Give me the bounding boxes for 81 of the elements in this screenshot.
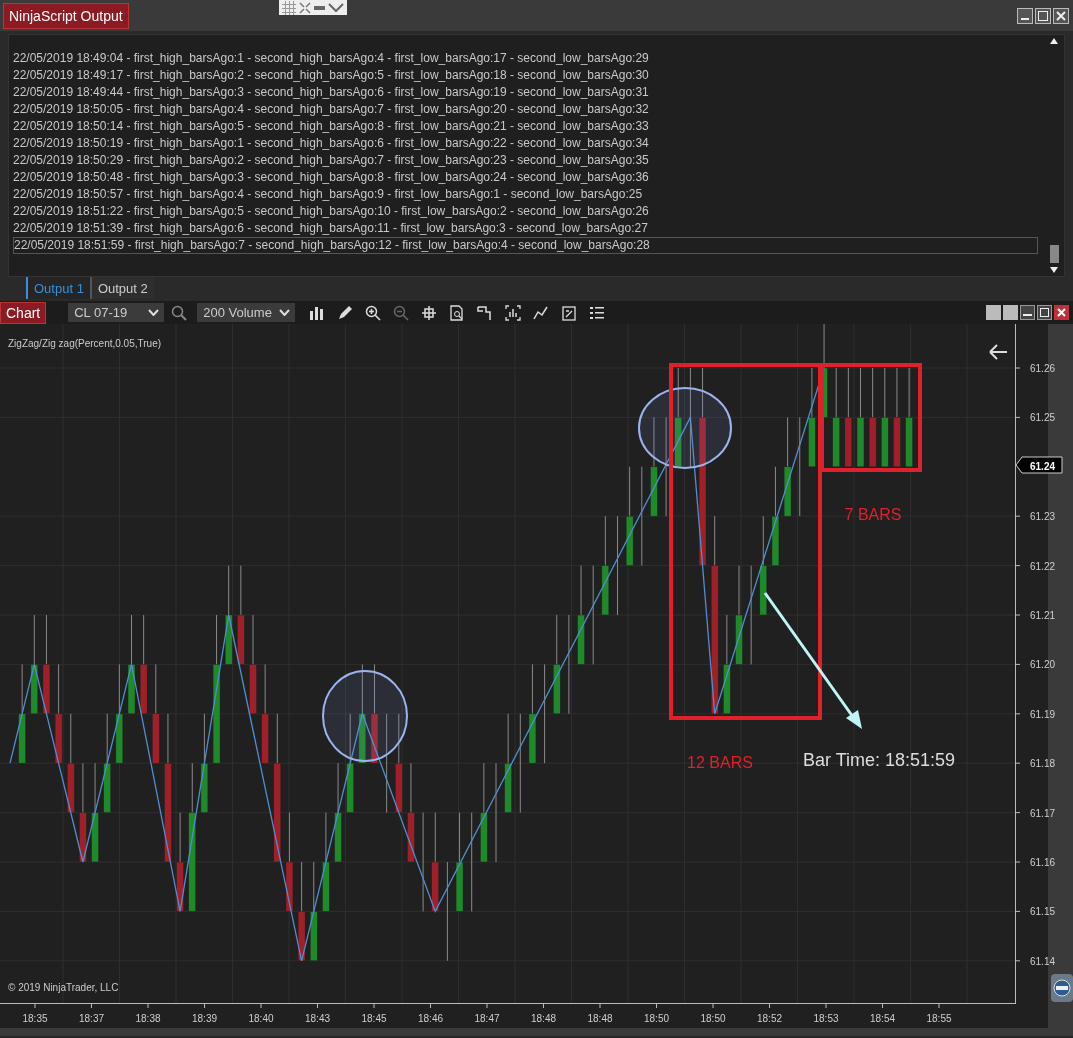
zoom-in-icon[interactable] (365, 304, 382, 321)
time-label: 18:48 (587, 1013, 613, 1024)
annotation-label: 12 BARS (687, 754, 753, 771)
price-label: 61.19 (1030, 708, 1056, 720)
time-label: 18:50 (644, 1013, 669, 1024)
copyright-text: © 2019 NinjaTrader, LLC (8, 982, 119, 993)
close-button[interactable] (1053, 7, 1069, 24)
price-label: 61.17 (1030, 807, 1056, 819)
price-label: 61.26 (1030, 363, 1056, 374)
search-icon[interactable] (171, 304, 188, 321)
price-label: 61.15 (1030, 906, 1056, 918)
output-line[interactable]: 22/05/2019 18:49:17 - first_high_barsAgo:2 - second_high_barsAgo:5 - first_low_barsAgo:18 - second_low_barsAgo:30 (13, 67, 1048, 84)
list-icon[interactable] (589, 304, 606, 321)
output-line[interactable]: 22/05/2019 18:50:05 - first_high_barsAgo:4 - second_high_barsAgo:7 - first_low_barsAgo:20 - second_low_barsAgo:32 (13, 101, 1048, 118)
scroll-up-icon[interactable] (1050, 38, 1058, 44)
output-line[interactable]: 22/05/2019 18:49:04 - first_high_barsAgo:1 - second_high_barsAgo:4 - first_low_barsAgo:17 - second_low_barsAgo:29 (13, 50, 1048, 67)
time-label: 18:50 (700, 1013, 726, 1024)
side-handle-icon[interactable] (1051, 974, 1073, 1002)
price-label: 61.14 (1030, 955, 1056, 967)
pencil-icon[interactable] (337, 304, 354, 321)
output-tab[interactable]: Output 1 (26, 277, 90, 299)
time-label: 18:40 (248, 1013, 274, 1024)
output-line[interactable]: 22/05/2019 18:50:19 - first_high_barsAgo:1 - second_high_barsAgo:6 - first_low_barsAgo:22 - second_low_barsAgo:34 (13, 135, 1048, 152)
current-price-marker (1015, 456, 1063, 474)
price-label: 61.25 (1030, 412, 1056, 424)
minimize-button[interactable] (1017, 7, 1033, 24)
maximize-button[interactable] (1037, 305, 1052, 320)
chart-frame-icon[interactable] (505, 304, 522, 321)
document-search-icon[interactable] (449, 304, 466, 321)
chevron-down-icon[interactable] (328, 2, 344, 13)
window-title: NinjaScript Output (3, 2, 129, 29)
bracket-icon[interactable] (477, 304, 494, 321)
crosshair-icon[interactable] (421, 304, 438, 321)
caret-icon (148, 309, 160, 316)
annotation-label: 7 BARS (844, 506, 902, 523)
time-label: 18:54 (870, 1013, 895, 1024)
output-tab[interactable]: Output 2 (89, 277, 154, 299)
caret-icon (279, 309, 291, 316)
price-label: 61.21 (1030, 610, 1056, 621)
time-label: 18:55 (926, 1013, 952, 1024)
current-price-label: 61.24 (1030, 460, 1056, 472)
maximize-button[interactable] (1035, 7, 1051, 24)
time-label: 18:38 (135, 1013, 161, 1024)
price-label: 61.18 (1030, 758, 1056, 770)
time-label: 18:45 (361, 1013, 387, 1024)
time-label: 18:52 (757, 1013, 782, 1024)
time-label: 18:35 (22, 1013, 48, 1024)
minimize-icon[interactable] (313, 5, 326, 10)
annotation-label: Bar Time: 18:51:59 (803, 750, 956, 770)
scroll-down-icon[interactable] (1050, 267, 1058, 273)
scrollbar-thumb[interactable] (1049, 245, 1059, 263)
indicator-label: ZigZag/Zig zag(Percent,0.05,True) (8, 338, 162, 349)
output-line[interactable]: 22/05/2019 18:50:57 - first_high_barsAgo:4 - second_high_barsAgo:9 - first_low_barsAgo:1 - second_low_barsAgo:25 (13, 186, 1048, 203)
output-line[interactable]: 22/05/2019 18:49:44 - first_high_barsAgo:3 - second_high_barsAgo:6 - first_low_barsAgo:19 - second_low_barsAgo:31 (13, 84, 1048, 101)
collapse-icon[interactable] (298, 1, 311, 14)
output-line[interactable]: 22/05/2019 18:50:48 - first_high_barsAgo:3 - second_high_barsAgo:8 - first_low_barsAgo:24 - second_low_barsAgo:36 (13, 169, 1048, 186)
bar-type-dropdown[interactable]: 200 Volume (197, 303, 296, 322)
time-label: 18:53 (813, 1013, 839, 1024)
bars-icon[interactable] (309, 304, 326, 321)
price-label: 61.23 (1030, 511, 1056, 523)
output-line[interactable]: 22/05/2019 18:50:14 - first_high_barsAgo:5 - second_high_barsAgo:8 - first_low_barsAgo:21 - second_low_barsAgo:33 (13, 118, 1048, 135)
output-line[interactable]: 22/05/2019 18:51:22 - first_high_barsAgo:5 - second_high_barsAgo:10 - first_low_barsAgo:2 - second_low_barsAgo:26 (13, 203, 1048, 220)
time-label: 18:47 (474, 1013, 500, 1024)
chart-title: Chart (0, 301, 47, 324)
time-label: 18:46 (418, 1013, 443, 1024)
price-label: 61.20 (1030, 659, 1056, 671)
time-label: 18:48 (531, 1013, 556, 1024)
price-label: 61.22 (1030, 560, 1056, 572)
time-label: 18:37 (79, 1013, 104, 1024)
price-label: 61.16 (1030, 857, 1056, 868)
output-line[interactable]: 22/05/2019 18:51:39 - first_high_barsAgo:6 - second_high_barsAgo:11 - first_low_barsAgo:3 - second_low_barsAgo:27 (13, 220, 1048, 237)
minimize-button[interactable] (1020, 305, 1035, 320)
instrument-dropdown[interactable]: CL 07-19 (68, 303, 165, 322)
zoom-out-icon[interactable] (393, 304, 410, 321)
close-button[interactable] (1054, 305, 1069, 320)
time-label: 18:43 (305, 1013, 330, 1024)
back-arrow-icon[interactable] (989, 344, 1008, 360)
line-chart-icon[interactable] (533, 304, 550, 321)
clipboard-icon[interactable] (561, 304, 578, 321)
time-label: 18:39 (192, 1013, 217, 1024)
output-line[interactable]: 22/05/2019 18:50:29 - first_high_barsAgo:2 - second_high_barsAgo:7 - first_low_barsAgo:23 - second_low_barsAgo:35 (13, 152, 1048, 169)
